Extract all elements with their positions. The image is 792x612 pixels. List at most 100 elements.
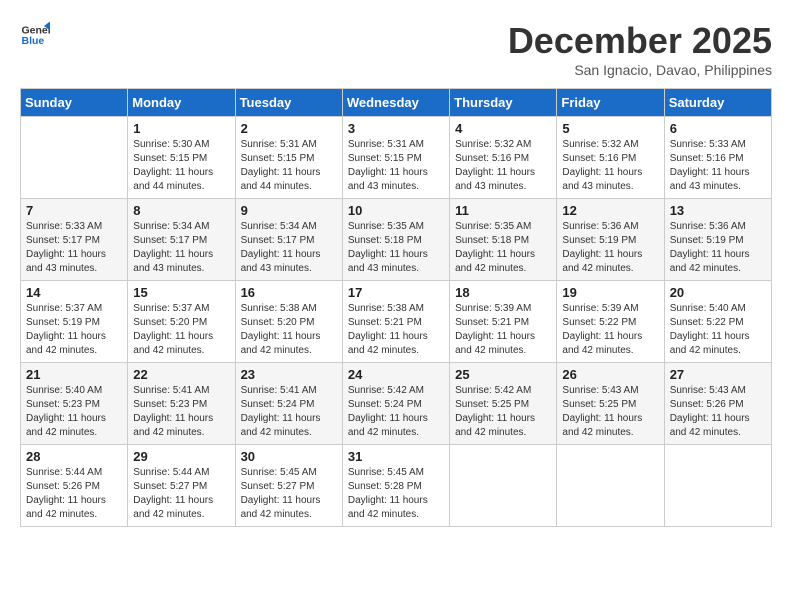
day-number: 6	[670, 121, 766, 136]
calendar-cell: 13 Sunrise: 5:36 AM Sunset: 5:19 PM Dayli…	[664, 199, 771, 281]
month-title: December 2025	[508, 20, 772, 62]
day-info: Sunrise: 5:41 AM Sunset: 5:23 PM Dayligh…	[133, 384, 229, 440]
day-info: Sunrise: 5:44 AM Sunset: 5:26 PM Dayligh…	[26, 466, 122, 522]
calendar-cell: 24 Sunrise: 5:42 AM Sunset: 5:24 PM Dayli…	[342, 363, 449, 445]
day-number: 2	[241, 121, 337, 136]
day-info: Sunrise: 5:44 AM Sunset: 5:27 PM Dayligh…	[133, 466, 229, 522]
day-number: 8	[133, 203, 229, 218]
calendar-cell: 19 Sunrise: 5:39 AM Sunset: 5:22 PM Dayli…	[557, 281, 664, 363]
calendar-day-header: Friday	[557, 89, 664, 117]
day-info: Sunrise: 5:33 AM Sunset: 5:17 PM Dayligh…	[26, 220, 122, 276]
day-info: Sunrise: 5:45 AM Sunset: 5:27 PM Dayligh…	[241, 466, 337, 522]
calendar-cell: 28Sunrise: 5:44 AM Sunset: 5:26 PM Dayli…	[21, 445, 128, 527]
day-number: 27	[670, 367, 766, 382]
day-number: 24	[348, 367, 444, 382]
calendar-cell: 10 Sunrise: 5:35 AM Sunset: 5:18 PM Dayli…	[342, 199, 449, 281]
day-number: 1	[133, 121, 229, 136]
day-number: 19	[562, 285, 658, 300]
day-number: 7	[26, 203, 122, 218]
day-number: 10	[348, 203, 444, 218]
day-info: Sunrise: 5:43 AM Sunset: 5:26 PM Dayligh…	[670, 384, 766, 440]
day-number: 16	[241, 285, 337, 300]
location-subtitle: San Ignacio, Davao, Philippines	[508, 62, 772, 78]
calendar-week-row: 1 Sunrise: 5:30 AM Sunset: 5:15 PM Daylig…	[21, 117, 772, 199]
calendar-cell: 6 Sunrise: 5:33 AM Sunset: 5:16 PM Daylig…	[664, 117, 771, 199]
calendar-week-row: 7 Sunrise: 5:33 AM Sunset: 5:17 PM Daylig…	[21, 199, 772, 281]
calendar-cell: 16 Sunrise: 5:38 AM Sunset: 5:20 PM Dayli…	[235, 281, 342, 363]
logo-icon: General Blue	[20, 20, 50, 50]
calendar-cell: 27 Sunrise: 5:43 AM Sunset: 5:26 PM Dayli…	[664, 363, 771, 445]
day-number: 15	[133, 285, 229, 300]
day-number: 29	[133, 449, 229, 464]
calendar-cell: 14Sunrise: 5:37 AM Sunset: 5:19 PM Dayli…	[21, 281, 128, 363]
day-info: Sunrise: 5:32 AM Sunset: 5:16 PM Dayligh…	[562, 138, 658, 194]
calendar-cell: 8 Sunrise: 5:34 AM Sunset: 5:17 PM Daylig…	[128, 199, 235, 281]
day-info: Sunrise: 5:36 AM Sunset: 5:19 PM Dayligh…	[670, 220, 766, 276]
calendar-cell: 23Sunrise: 5:41 AM Sunset: 5:24 PM Dayli…	[235, 363, 342, 445]
day-info: Sunrise: 5:37 AM Sunset: 5:20 PM Dayligh…	[133, 302, 229, 358]
calendar-day-header: Sunday	[21, 89, 128, 117]
calendar-day-header: Saturday	[664, 89, 771, 117]
calendar-cell	[21, 117, 128, 199]
day-info: Sunrise: 5:31 AM Sunset: 5:15 PM Dayligh…	[348, 138, 444, 194]
day-info: Sunrise: 5:35 AM Sunset: 5:18 PM Dayligh…	[348, 220, 444, 276]
day-info: Sunrise: 5:42 AM Sunset: 5:25 PM Dayligh…	[455, 384, 551, 440]
calendar-cell: 1 Sunrise: 5:30 AM Sunset: 5:15 PM Daylig…	[128, 117, 235, 199]
calendar-cell: 25 Sunrise: 5:42 AM Sunset: 5:25 PM Dayli…	[450, 363, 557, 445]
calendar-cell: 7 Sunrise: 5:33 AM Sunset: 5:17 PM Daylig…	[21, 199, 128, 281]
calendar-cell: 26Sunrise: 5:43 AM Sunset: 5:25 PM Dayli…	[557, 363, 664, 445]
calendar-cell	[664, 445, 771, 527]
day-info: Sunrise: 5:39 AM Sunset: 5:21 PM Dayligh…	[455, 302, 551, 358]
day-info: Sunrise: 5:37 AM Sunset: 5:19 PM Dayligh…	[26, 302, 122, 358]
calendar-cell: 17Sunrise: 5:38 AM Sunset: 5:21 PM Dayli…	[342, 281, 449, 363]
calendar-table: SundayMondayTuesdayWednesdayThursdayFrid…	[20, 88, 772, 527]
day-number: 3	[348, 121, 444, 136]
day-info: Sunrise: 5:39 AM Sunset: 5:22 PM Dayligh…	[562, 302, 658, 358]
day-number: 30	[241, 449, 337, 464]
calendar-cell: 18 Sunrise: 5:39 AM Sunset: 5:21 PM Dayli…	[450, 281, 557, 363]
calendar-cell: 3 Sunrise: 5:31 AM Sunset: 5:15 PM Daylig…	[342, 117, 449, 199]
day-number: 25	[455, 367, 551, 382]
calendar-cell: 15 Sunrise: 5:37 AM Sunset: 5:20 PM Dayli…	[128, 281, 235, 363]
calendar-cell: 20Sunrise: 5:40 AM Sunset: 5:22 PM Dayli…	[664, 281, 771, 363]
calendar-day-header: Thursday	[450, 89, 557, 117]
page-header: General Blue December 2025 San Ignacio, …	[20, 20, 772, 78]
calendar-cell: 30 Sunrise: 5:45 AM Sunset: 5:27 PM Dayli…	[235, 445, 342, 527]
calendar-week-row: 28Sunrise: 5:44 AM Sunset: 5:26 PM Dayli…	[21, 445, 772, 527]
calendar-cell: 22Sunrise: 5:41 AM Sunset: 5:23 PM Dayli…	[128, 363, 235, 445]
calendar-week-row: 21Sunrise: 5:40 AM Sunset: 5:23 PM Dayli…	[21, 363, 772, 445]
calendar-cell	[450, 445, 557, 527]
day-number: 18	[455, 285, 551, 300]
calendar-cell: 11Sunrise: 5:35 AM Sunset: 5:18 PM Dayli…	[450, 199, 557, 281]
day-info: Sunrise: 5:34 AM Sunset: 5:17 PM Dayligh…	[241, 220, 337, 276]
day-info: Sunrise: 5:34 AM Sunset: 5:17 PM Dayligh…	[133, 220, 229, 276]
calendar-cell: 31Sunrise: 5:45 AM Sunset: 5:28 PM Dayli…	[342, 445, 449, 527]
day-number: 31	[348, 449, 444, 464]
calendar-week-row: 14Sunrise: 5:37 AM Sunset: 5:19 PM Dayli…	[21, 281, 772, 363]
logo: General Blue	[20, 20, 50, 50]
calendar-cell: 5 Sunrise: 5:32 AM Sunset: 5:16 PM Daylig…	[557, 117, 664, 199]
calendar-cell: 2Sunrise: 5:31 AM Sunset: 5:15 PM Daylig…	[235, 117, 342, 199]
calendar-cell: 29 Sunrise: 5:44 AM Sunset: 5:27 PM Dayli…	[128, 445, 235, 527]
calendar-day-header: Tuesday	[235, 89, 342, 117]
day-info: Sunrise: 5:30 AM Sunset: 5:15 PM Dayligh…	[133, 138, 229, 194]
calendar-day-header: Monday	[128, 89, 235, 117]
day-number: 21	[26, 367, 122, 382]
day-number: 12	[562, 203, 658, 218]
day-number: 11	[455, 203, 551, 218]
day-info: Sunrise: 5:40 AM Sunset: 5:22 PM Dayligh…	[670, 302, 766, 358]
calendar-cell: 21Sunrise: 5:40 AM Sunset: 5:23 PM Dayli…	[21, 363, 128, 445]
day-info: Sunrise: 5:38 AM Sunset: 5:20 PM Dayligh…	[241, 302, 337, 358]
calendar-cell: 12Sunrise: 5:36 AM Sunset: 5:19 PM Dayli…	[557, 199, 664, 281]
day-info: Sunrise: 5:32 AM Sunset: 5:16 PM Dayligh…	[455, 138, 551, 194]
day-info: Sunrise: 5:33 AM Sunset: 5:16 PM Dayligh…	[670, 138, 766, 194]
day-number: 17	[348, 285, 444, 300]
day-number: 5	[562, 121, 658, 136]
day-info: Sunrise: 5:43 AM Sunset: 5:25 PM Dayligh…	[562, 384, 658, 440]
day-number: 4	[455, 121, 551, 136]
svg-text:Blue: Blue	[22, 35, 45, 47]
day-number: 13	[670, 203, 766, 218]
calendar-cell	[557, 445, 664, 527]
day-info: Sunrise: 5:42 AM Sunset: 5:24 PM Dayligh…	[348, 384, 444, 440]
calendar-cell: 4 Sunrise: 5:32 AM Sunset: 5:16 PM Daylig…	[450, 117, 557, 199]
